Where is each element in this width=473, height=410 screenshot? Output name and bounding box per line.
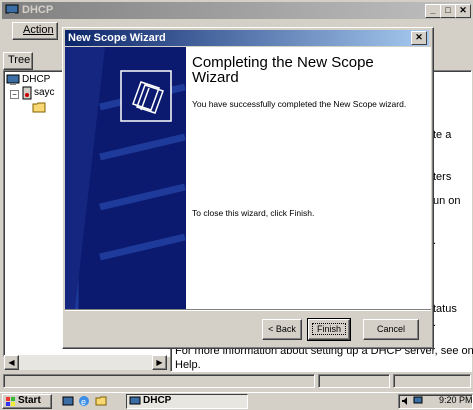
windows-logo-icon [5, 396, 17, 410]
task-dhcp-label: DHCP [143, 395, 172, 406]
tab-tree-label: Tree [8, 54, 31, 66]
svg-text:e: e [81, 397, 86, 407]
dhcp-app-icon [5, 4, 19, 16]
wizard-close-button[interactable]: ✕ [411, 31, 427, 45]
button-separator [65, 309, 431, 311]
text-fragment-1: te a [433, 129, 452, 141]
wizard-heading: Completing the New Scope Wizard [192, 54, 374, 86]
status-bar-cell-3 [393, 374, 471, 388]
tab-tree[interactable]: Tree [3, 52, 33, 70]
volume-icon[interactable] [401, 396, 411, 409]
dhcp-title: DHCP [22, 4, 54, 16]
network-icon[interactable] [413, 396, 423, 409]
finish-button[interactable]: Finish [307, 318, 351, 341]
wizard-content: Completing the New Scope Wizard You have… [186, 47, 431, 309]
quicklaunch-ie-icon[interactable]: e [78, 395, 90, 410]
clock: 9:20 PM [439, 395, 473, 405]
back-button[interactable]: < Back [262, 319, 302, 340]
start-button[interactable]: Start [2, 394, 52, 409]
status-bar-cell-1 [3, 374, 315, 388]
system-tray: 9:20 PM [398, 394, 473, 409]
taskbar-button-dhcp[interactable]: DHCP [126, 394, 248, 409]
wizard-title: New Scope Wizard [68, 32, 166, 44]
folders-icon [125, 74, 169, 121]
start-label: Start [18, 395, 41, 406]
wizard-titlebar[interactable]: New Scope Wizard ✕ [65, 30, 429, 46]
maximize-button[interactable]: □ [440, 4, 456, 18]
taskbar: Start e DHCP 9:20 PM [0, 392, 473, 410]
tree-item-dhcp[interactable]: DHCP [22, 74, 50, 85]
cancel-button-label: Cancel [376, 324, 405, 334]
dhcp-root-icon [6, 74, 20, 89]
tree-item-server[interactable]: sayc [34, 87, 55, 98]
close-button[interactable]: ✕ [455, 4, 471, 18]
expand-icon[interactable]: − [10, 90, 19, 99]
minimize-button[interactable]: _ [425, 4, 441, 18]
scroll-left-button[interactable]: ◀ [4, 355, 19, 370]
text-fragment-3: un on [433, 195, 461, 207]
wizard-banner [65, 47, 186, 309]
text-fragment-2: ters [433, 171, 452, 183]
close-instructions: To close this wizard, click Finish. [192, 208, 315, 218]
folder-icon [32, 101, 46, 116]
status-bar-cell-2 [318, 374, 390, 388]
action-menu[interactable]: Action [12, 22, 58, 40]
back-button-label: < Back [268, 324, 296, 334]
wizard-dialog: New Scope Wizard ✕ Completing the New Sc [62, 27, 434, 349]
finish-button-label: Finish [311, 323, 346, 335]
task-dhcp-icon [129, 396, 141, 410]
help-text-line2: Help. [175, 359, 201, 371]
horizontal-scrollbar[interactable]: ◀ ▶ [4, 355, 167, 370]
dhcp-titlebar[interactable]: DHCP _ □ ✕ [2, 2, 471, 19]
scroll-right-button[interactable]: ▶ [152, 355, 167, 370]
quicklaunch-desktop-icon[interactable] [62, 395, 74, 410]
text-fragment-5: tatus [433, 303, 457, 315]
quicklaunch-explorer-icon[interactable] [95, 395, 107, 410]
success-text: You have successfully completed the New … [192, 99, 407, 109]
cancel-button[interactable]: Cancel [363, 319, 419, 340]
action-menu-label: Action [23, 24, 54, 36]
